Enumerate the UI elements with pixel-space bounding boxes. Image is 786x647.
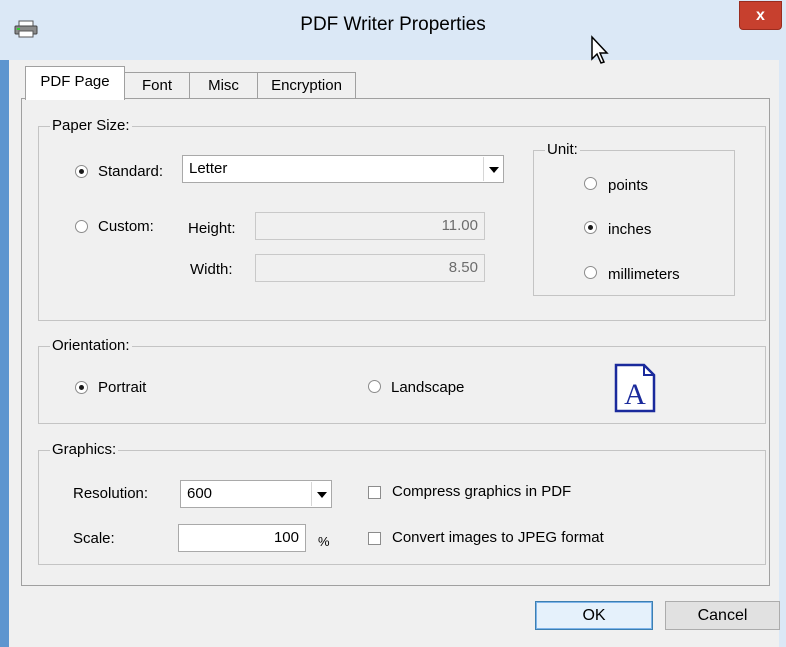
resolution-value: 600	[187, 485, 213, 502]
convert-jpeg-label: Convert images to JPEG format	[392, 529, 604, 546]
scale-unit: %	[318, 534, 330, 549]
tab-font[interactable]: Font	[124, 72, 190, 98]
tab-pdf-page[interactable]: PDF Page	[25, 66, 125, 100]
standard-radio[interactable]	[75, 165, 88, 178]
mouse-pointer-icon	[591, 35, 609, 64]
unit-inches-label: inches	[608, 221, 652, 238]
custom-label: Custom:	[98, 218, 154, 235]
orientation-label: Orientation:	[50, 337, 132, 354]
graphics-group	[38, 450, 766, 565]
chevron-down-icon[interactable]	[483, 157, 502, 181]
scale-field[interactable]: 100	[178, 524, 306, 552]
unit-points-label: points	[608, 177, 649, 194]
compress-graphics-label: Compress graphics in PDF	[392, 483, 572, 500]
resolution-label: Resolution:	[73, 485, 149, 502]
standard-label: Standard:	[98, 163, 164, 180]
page-preview-letter: A	[624, 378, 646, 411]
window-title: PDF Writer Properties	[300, 14, 486, 35]
landscape-radio[interactable]	[368, 380, 381, 393]
close-button[interactable]: x	[739, 1, 782, 30]
landscape-label: Landscape	[391, 379, 465, 396]
paper-size-label: Paper Size:	[50, 117, 132, 134]
window-frame-left	[0, 60, 9, 647]
portrait-page-icon: A	[614, 363, 656, 413]
height-field[interactable]: 11.00	[255, 212, 485, 240]
unit-label: Unit:	[545, 141, 580, 158]
ok-button[interactable]: OK	[535, 601, 653, 630]
portrait-label: Portrait	[98, 379, 147, 396]
height-label: Height:	[188, 220, 236, 237]
graphics-label: Graphics:	[50, 441, 119, 458]
portrait-radio[interactable]	[75, 381, 88, 394]
cancel-button[interactable]: Cancel	[665, 601, 780, 630]
paper-size-select[interactable]: Letter	[182, 155, 504, 183]
tab-encryption[interactable]: Encryption	[257, 72, 356, 98]
window-frame-right	[779, 60, 786, 647]
scale-label: Scale:	[73, 530, 115, 547]
width-label: Width:	[190, 261, 233, 278]
unit-millimeters-radio[interactable]	[584, 266, 597, 279]
unit-inches-radio[interactable]	[584, 221, 597, 234]
convert-jpeg-checkbox[interactable]	[368, 532, 381, 545]
unit-points-radio[interactable]	[584, 177, 597, 190]
width-field[interactable]: 8.50	[255, 254, 485, 282]
tab-misc[interactable]: Misc	[189, 72, 258, 98]
unit-millimeters-label: millimeters	[608, 266, 680, 283]
resolution-select[interactable]: 600	[180, 480, 332, 508]
custom-radio[interactable]	[75, 220, 88, 233]
chevron-down-icon[interactable]	[311, 482, 330, 506]
paper-size-value: Letter	[189, 160, 228, 177]
compress-graphics-checkbox[interactable]	[368, 486, 381, 499]
